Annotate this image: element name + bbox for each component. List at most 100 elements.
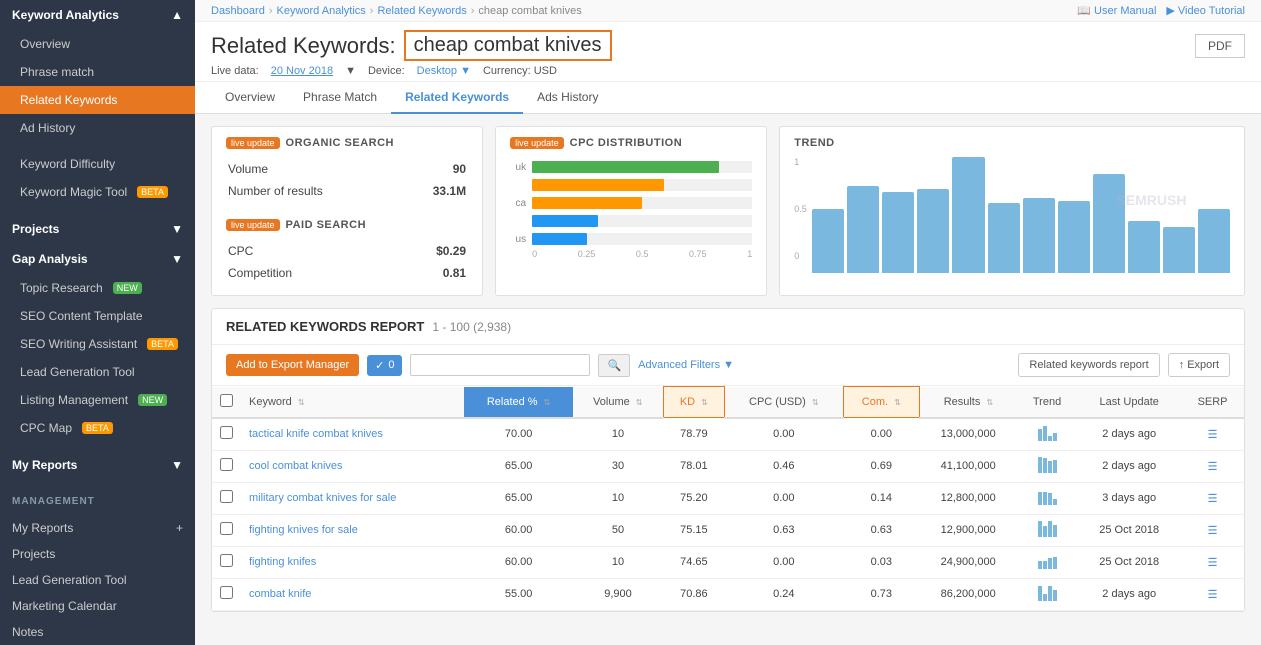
sidebar-item-mgmt-my-reports[interactable]: My Reports + <box>0 515 195 541</box>
breadcrumb-related-keywords[interactable]: Related Keywords <box>377 5 466 17</box>
sidebar-item-keyword-difficulty[interactable]: Keyword Difficulty <box>0 150 195 178</box>
keyword-cell[interactable]: fighting knives for sale <box>241 514 464 546</box>
cpc-bar-bg-us <box>532 233 752 245</box>
keyword-cell[interactable]: combat knife <box>241 578 464 610</box>
organic-search-header: live update ORGANIC SEARCH <box>226 137 468 149</box>
th-kd[interactable]: KD ⇅ <box>663 387 725 418</box>
sidebar-item-cpc-map[interactable]: CPC Map BETA <box>0 414 195 442</box>
sidebar-keyword-analytics-header[interactable]: Keyword Analytics ▲ <box>0 0 195 30</box>
export-button[interactable]: ↑ Export <box>1168 353 1230 377</box>
serp-cell[interactable]: ☰ <box>1181 546 1244 578</box>
tab-overview[interactable]: Overview <box>211 82 289 114</box>
sidebar-item-seo-writing[interactable]: SEO Writing Assistant BETA <box>0 330 195 358</box>
row-select-checkbox[interactable] <box>220 586 233 599</box>
axis-05: 0.5 <box>636 249 649 259</box>
tab-related-keywords[interactable]: Related Keywords <box>391 82 523 114</box>
sidebar-item-lead-gen[interactable]: Lead Generation Tool <box>0 358 195 386</box>
th-related[interactable]: Related % ⇅ <box>464 387 573 418</box>
th-keyword[interactable]: Keyword ⇅ <box>241 387 464 418</box>
serp-cell[interactable]: ☰ <box>1181 418 1244 451</box>
th-volume[interactable]: Volume ⇅ <box>573 387 663 418</box>
results-cell: 13,000,000 <box>920 418 1017 451</box>
cpc-bars: uk ca <box>510 157 752 245</box>
cpc-label-us: us <box>510 234 526 245</box>
sidebar-item-overview[interactable]: Overview <box>0 30 195 58</box>
sidebar-projects-header[interactable]: Projects ▼ <box>0 214 195 244</box>
row-select-checkbox[interactable] <box>220 522 233 535</box>
live-date[interactable]: 20 Nov 2018 <box>271 65 333 77</box>
sidebar-item-mgmt-lead-gen[interactable]: Lead Generation Tool <box>0 567 195 593</box>
sidebar-item-phrase-match[interactable]: Phrase match <box>0 58 195 86</box>
related-cell: 55.00 <box>464 578 573 610</box>
trend-bar-10 <box>1128 221 1160 273</box>
sort-icon-kd: ⇅ <box>701 398 708 407</box>
row-checkbox <box>212 546 241 578</box>
sidebar-item-related-keywords[interactable]: Related Keywords <box>0 86 195 114</box>
sidebar-item-mgmt-mktg-cal[interactable]: Marketing Calendar <box>0 593 195 619</box>
row-select-checkbox[interactable] <box>220 490 233 503</box>
video-tutorial-link[interactable]: ▶ Video Tutorial <box>1166 4 1245 17</box>
keyword-search-input[interactable] <box>410 354 590 376</box>
keyword-cell[interactable]: fighting knifes <box>241 546 464 578</box>
th-results[interactable]: Results ⇅ <box>920 387 1017 418</box>
cpc-bar-fill-uk <box>532 161 719 173</box>
com-cell: 0.03 <box>843 546 920 578</box>
tab-phrase-match[interactable]: Phrase Match <box>289 82 391 114</box>
th-checkbox <box>212 387 241 418</box>
keyword-display: cheap combat knives <box>404 30 612 61</box>
serp-icon[interactable]: ☰ <box>1208 493 1218 505</box>
serp-icon[interactable]: ☰ <box>1208 525 1218 537</box>
th-cpc[interactable]: CPC (USD) ⇅ <box>725 387 843 418</box>
search-button[interactable]: 🔍 <box>598 354 630 377</box>
live-badge-cpc: live update <box>510 137 564 149</box>
trend-card: TREND 1 0.5 0 SEMRUSH <box>779 126 1245 296</box>
advanced-filter-label: Advanced Filters <box>638 359 720 371</box>
keyword-cell[interactable]: tactical knife combat knives <box>241 418 464 451</box>
sidebar-item-mgmt-projects[interactable]: Projects <box>0 541 195 567</box>
sidebar-item-listing-mgmt[interactable]: Listing Management NEW <box>0 386 195 414</box>
th-com[interactable]: Com. ⇅ <box>843 387 920 418</box>
serp-icon[interactable]: ☰ <box>1208 429 1218 441</box>
breadcrumb-dashboard[interactable]: Dashboard <box>211 5 265 17</box>
device-button[interactable]: Desktop ▼ <box>417 65 471 77</box>
paid-search-title: PAID SEARCH <box>286 219 366 231</box>
serp-icon[interactable]: ☰ <box>1208 589 1218 601</box>
user-manual-link[interactable]: 📖 User Manual <box>1077 4 1156 17</box>
sidebar-item-topic-research[interactable]: Topic Research NEW <box>0 274 195 302</box>
serp-icon[interactable]: ☰ <box>1208 557 1218 569</box>
cpc-cell: 0.24 <box>725 578 843 610</box>
breadcrumb-keyword-analytics[interactable]: Keyword Analytics <box>277 5 366 17</box>
sidebar-my-reports-header[interactable]: My Reports ▼ <box>0 450 195 480</box>
tab-ads-history[interactable]: Ads History <box>523 82 612 114</box>
sidebar-item-ad-history[interactable]: Ad History <box>0 114 195 142</box>
row-checkbox <box>212 578 241 610</box>
serp-cell[interactable]: ☰ <box>1181 450 1244 482</box>
row-select-checkbox[interactable] <box>220 426 233 439</box>
sort-icon-results: ⇅ <box>986 398 993 407</box>
select-all-checkbox[interactable] <box>220 394 233 407</box>
sidebar-item-seo-content[interactable]: SEO Content Template <box>0 302 195 330</box>
sidebar-item-keyword-magic[interactable]: Keyword Magic Tool BETA <box>0 178 195 206</box>
serp-cell[interactable]: ☰ <box>1181 482 1244 514</box>
serp-cell[interactable]: ☰ <box>1181 514 1244 546</box>
row-select-checkbox[interactable] <box>220 554 233 567</box>
pdf-button[interactable]: PDF <box>1195 34 1245 58</box>
last-update-cell: 3 days ago <box>1077 482 1181 514</box>
serp-icon[interactable]: ☰ <box>1208 461 1218 473</box>
sort-icon-keyword: ⇅ <box>298 398 305 407</box>
advanced-filters-button[interactable]: Advanced Filters ▼ <box>638 359 734 371</box>
keyword-cell[interactable]: cool combat knives <box>241 450 464 482</box>
sidebar-gap-analysis-header[interactable]: Gap Analysis ▼ <box>0 244 195 274</box>
trend-bar-8 <box>1058 201 1090 273</box>
serp-cell[interactable]: ☰ <box>1181 578 1244 610</box>
related-report-button[interactable]: Related keywords report <box>1018 353 1159 377</box>
table-body: tactical knife combat knives 70.00 10 78… <box>212 418 1244 611</box>
row-select-checkbox[interactable] <box>220 458 233 471</box>
volume-cell: 30 <box>573 450 663 482</box>
keyword-cell[interactable]: military combat knives for sale <box>241 482 464 514</box>
check-count-button[interactable]: ✓ 0 <box>367 355 402 376</box>
table-row: cool combat knives 65.00 30 78.01 0.46 0… <box>212 450 1244 482</box>
label: Notes <box>12 625 43 639</box>
sidebar-item-mgmt-notes[interactable]: Notes <box>0 619 195 645</box>
add-export-manager-button[interactable]: Add to Export Manager <box>226 354 359 376</box>
